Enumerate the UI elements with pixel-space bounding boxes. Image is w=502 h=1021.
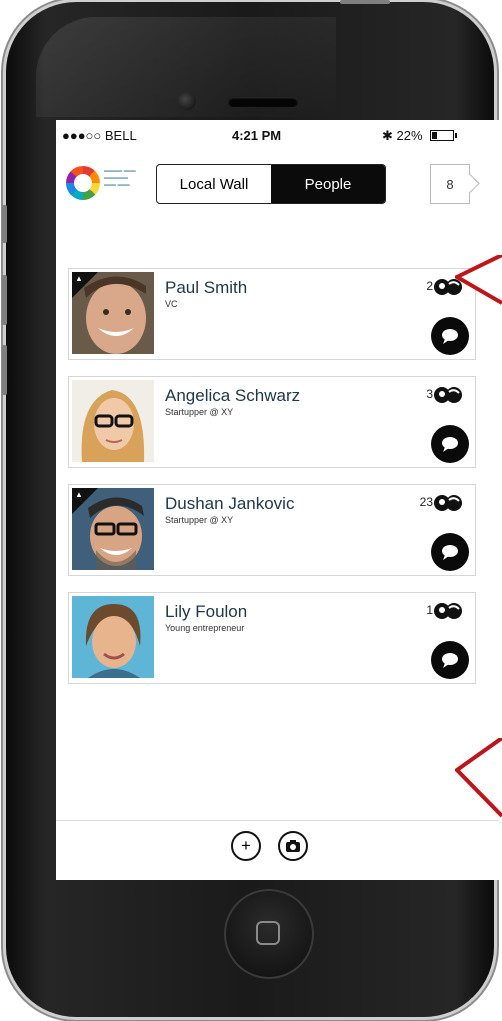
home-button[interactable] [224, 889, 314, 979]
home-square-icon [256, 921, 280, 945]
person-role: Startupper @ XY [165, 407, 234, 417]
chat-bubble-icon [442, 653, 458, 668]
logo-wordmark: ▬▬▬ ▬▬ ▬▬▬▬ ▬▬ ▬▬ [104, 168, 136, 188]
message-button[interactable] [431, 425, 469, 463]
connections-icon [434, 387, 462, 403]
connection-count: 23 [419, 495, 433, 509]
volume-down-button[interactable] [2, 345, 7, 395]
camera-button[interactable] [278, 831, 308, 861]
volume-up-button[interactable] [2, 275, 7, 325]
mute-switch[interactable] [2, 205, 7, 243]
message-button[interactable] [431, 533, 469, 571]
message-button[interactable] [431, 641, 469, 679]
avatar-photo-icon [72, 596, 154, 678]
person-card[interactable]: Lily Foulon Young entrepreneur 1 [68, 592, 476, 684]
person-icon: ▲ [75, 274, 83, 283]
chat-bubble-icon [442, 545, 458, 560]
front-camera [178, 92, 196, 110]
connection-count: 2 [426, 279, 433, 293]
connection-count: 1 [426, 603, 433, 617]
bluetooth-icon: ✱ [382, 128, 393, 143]
avatar[interactable]: ▲ [72, 488, 154, 570]
person-name[interactable]: Dushan Jankovic [165, 494, 294, 514]
chat-bubble-icon [442, 437, 458, 452]
power-button[interactable] [340, 0, 390, 4]
person-name[interactable]: Angelica Schwarz [165, 386, 300, 406]
battery-percent: 22% [396, 128, 423, 143]
tab-local-wall[interactable]: Local Wall [157, 165, 271, 203]
avatar[interactable] [72, 380, 154, 462]
connections-icon [434, 603, 462, 619]
status-time: 4:21 PM [232, 128, 282, 143]
app-logo[interactable] [66, 166, 100, 200]
avatar[interactable] [72, 596, 154, 678]
notification-badge[interactable]: 8 [430, 164, 470, 204]
battery-indicator: ✱ 22% [382, 128, 458, 144]
connections-icon [434, 495, 462, 511]
battery-icon [430, 130, 458, 141]
app-screen: ●●●○○ BELL 4:21 PM ✱ 22% ▬▬▬ ▬▬ ▬▬▬▬ ▬▬ ▬▬… [56, 120, 499, 880]
earpiece-speaker [228, 97, 298, 107]
person-name[interactable]: Lily Foulon [165, 602, 247, 622]
annotation-arrow [455, 738, 502, 818]
tab-people[interactable]: People [271, 165, 385, 203]
person-card[interactable]: Angelica Schwarz Startupper @ XY 3 [68, 376, 476, 468]
avatar-photo-icon [72, 380, 154, 462]
person-role: VC [165, 299, 178, 309]
person-card[interactable]: ▲ Paul Smith VC 2 [68, 268, 476, 360]
view-switcher: Local Wall People [156, 164, 386, 204]
camera-icon [286, 840, 300, 852]
carrier-label: ●●●○○ BELL [62, 128, 137, 143]
connection-count: 3 [426, 387, 433, 401]
bottom-toolbar: + [56, 820, 499, 880]
person-name[interactable]: Paul Smith [165, 278, 247, 298]
plus-icon: + [241, 836, 251, 855]
annotation-arrow [455, 255, 502, 305]
add-post-button[interactable]: + [231, 831, 261, 861]
status-bar: ●●●○○ BELL 4:21 PM ✱ 22% [56, 120, 499, 150]
top-navigation: ▬▬▬ ▬▬ ▬▬▬▬ ▬▬ ▬▬ Local Wall People 8 [56, 158, 499, 212]
person-role: Young entrepreneur [165, 623, 245, 633]
person-card[interactable]: ▲ Dushan Jankovic Startupper @ XY 23 [68, 484, 476, 576]
person-icon: ▲ [75, 490, 83, 499]
person-role: Startupper @ XY [165, 515, 234, 525]
avatar[interactable]: ▲ [72, 272, 154, 354]
